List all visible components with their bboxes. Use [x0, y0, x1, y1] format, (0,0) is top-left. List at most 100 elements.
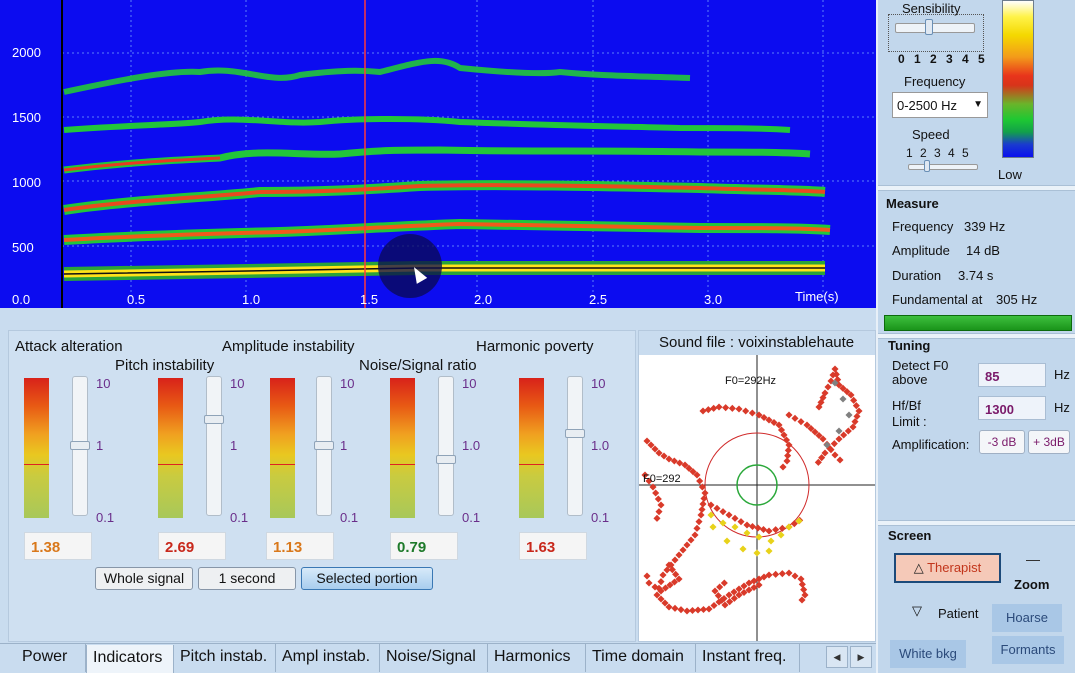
selected-portion-button[interactable]: Selected portion	[301, 567, 433, 590]
tab-harmonics[interactable]: Harmonics	[488, 644, 586, 672]
mouse-highlight	[378, 234, 442, 298]
hoarse-button[interactable]: Hoarse	[992, 604, 1062, 632]
scale-bottom: 0.1	[96, 510, 115, 525]
white-bkg-button[interactable]: White bkg	[890, 640, 966, 668]
bar-threshold	[270, 464, 295, 465]
scatter-point	[831, 365, 839, 373]
scatter-point	[831, 451, 839, 459]
scatter-point	[657, 501, 665, 509]
therapist-button[interactable]: △ Therapist	[894, 553, 1001, 583]
noise-bar	[390, 378, 415, 518]
sensibility-slider[interactable]	[888, 14, 984, 52]
scatter-point	[705, 605, 713, 613]
noise-slider[interactable]	[436, 376, 456, 516]
scatter-point	[671, 604, 679, 612]
formants-button[interactable]: Formants	[992, 636, 1064, 664]
harmonic-slider-thumb[interactable]	[565, 429, 585, 438]
scatter-point	[725, 511, 733, 519]
scatter-point	[844, 427, 852, 435]
scale-mid: 1	[96, 438, 104, 453]
detect-f0-unit: Hz	[1054, 367, 1070, 382]
tab-scroll-right-icon[interactable]: ▶	[850, 646, 872, 668]
harmonic-slider[interactable]	[565, 376, 585, 516]
scatter-point	[835, 427, 843, 435]
scatter-point	[693, 524, 701, 532]
scatter-point	[710, 404, 718, 412]
pitch-slider[interactable]	[204, 376, 224, 516]
amplify-plus-button[interactable]: + 3dB	[1028, 430, 1070, 454]
scatter-point	[798, 580, 806, 588]
attack-slider-thumb[interactable]	[70, 441, 90, 450]
scatter-point	[695, 518, 703, 526]
scatter-points	[641, 365, 863, 615]
y-tick-label: 2000	[12, 45, 41, 60]
scatter-point	[691, 531, 699, 539]
pitch-bar	[158, 378, 183, 518]
scatter-point	[699, 407, 707, 415]
scatter-point	[785, 569, 793, 577]
scatter-point	[720, 579, 728, 587]
amplitude-slider[interactable]	[314, 376, 334, 516]
x-tick-label: 1.0	[242, 292, 261, 307]
measure-fundamental-label: Fundamental at	[892, 292, 983, 307]
tab-power[interactable]: Power	[16, 644, 86, 672]
tab-noise-signal[interactable]: Noise/Signal	[380, 644, 488, 672]
patient-label[interactable]: Patient	[938, 606, 978, 621]
harmonic-title: Harmonic poverty	[476, 338, 594, 355]
sensibility-thumb[interactable]	[925, 19, 933, 35]
speed-scale: 1 2 3 4 5	[906, 146, 971, 160]
hfbf-limit-input[interactable]: 1300	[978, 396, 1046, 420]
measure-duration-value: 3.74 s	[958, 268, 994, 283]
right-panel: Sensibility 0 1 2 3 4 5 Frequency 0-2500…	[876, 0, 1075, 673]
scatter-point	[704, 406, 712, 414]
scale-bottom: 0.1	[462, 510, 481, 525]
scatter-point	[797, 575, 805, 583]
scale-mid: 1	[230, 438, 238, 453]
speed-label: Speed	[912, 127, 950, 142]
zoom-label[interactable]: Zoom	[1014, 577, 1049, 592]
amplify-minus-button[interactable]: -3 dB	[979, 430, 1025, 454]
detect-f0-label: Detect F0	[892, 358, 949, 373]
one-second-button[interactable]: 1 second	[198, 567, 296, 590]
detect-f0-label-2: above	[892, 372, 928, 387]
scale-mid: 1.0	[591, 438, 610, 453]
scatter-point	[737, 518, 745, 526]
tab-instant-freq[interactable]: Instant freq.	[696, 644, 800, 672]
tab-time-domain[interactable]: Time domain	[586, 644, 696, 672]
scatter-point	[723, 537, 731, 545]
measure-title: Measure	[886, 196, 939, 211]
level-meter	[884, 315, 1072, 331]
amplification-label: Amplification:	[892, 437, 970, 452]
scatter-point	[696, 477, 704, 485]
amplitude-title: Amplitude instability	[222, 338, 355, 355]
whole-signal-button[interactable]: Whole signal	[95, 567, 193, 590]
scatter-point	[743, 521, 751, 529]
detect-f0-input[interactable]: 85	[978, 363, 1046, 387]
hfbf-label-2: Limit :	[892, 414, 927, 429]
low-label: Low	[998, 167, 1022, 182]
screen-title: Screen	[888, 528, 932, 543]
scatter-point	[772, 570, 780, 578]
noise-slider-thumb[interactable]	[436, 455, 456, 464]
amplitude-slider-thumb[interactable]	[314, 441, 334, 450]
scatter-point	[654, 495, 662, 503]
speed-track[interactable]	[908, 164, 978, 170]
scale-top: 10	[340, 376, 355, 391]
spectrogram-view[interactable]: 2000 1500 1000 500 0.0 0.5 1.0 1.5 2.0 2…	[0, 0, 876, 308]
scale-top: 10	[591, 376, 606, 391]
x-tick-label: 1.5	[360, 292, 379, 307]
frequency-select[interactable]: 0-2500 Hz ▼	[892, 92, 988, 118]
amplitude-bar	[270, 378, 295, 518]
tab-scroll-left-icon[interactable]: ◀	[826, 646, 848, 668]
scatter-point	[652, 489, 660, 497]
tab-pitch-instab[interactable]: Pitch instab.	[174, 644, 276, 672]
attack-slider[interactable]	[70, 376, 90, 516]
pitch-slider-thumb[interactable]	[204, 415, 224, 424]
y-tick-label: 1000	[12, 175, 41, 190]
speed-thumb[interactable]	[924, 160, 930, 172]
tab-indicators[interactable]: Indicators	[86, 645, 174, 673]
sensibility-track[interactable]	[895, 23, 975, 33]
scatter-point	[839, 395, 847, 403]
scatter-point	[679, 546, 687, 554]
tab-ampl-instab[interactable]: Ampl instab.	[276, 644, 380, 672]
